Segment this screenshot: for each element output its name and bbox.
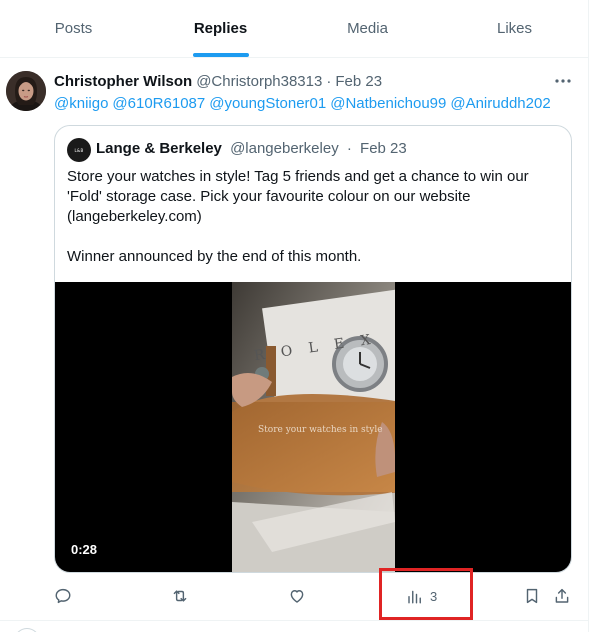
meta-separator: · [346,140,352,157]
like-icon [290,590,304,603]
profile-tabs: Posts Replies Media Likes [0,0,588,58]
column-divider [588,0,589,632]
tab-label: Likes [496,20,533,37]
mention-link[interactable]: @youngStoner01 [209,95,326,112]
tweet-header: Christopher Wilson @Christorph38313 · Fe… [54,72,382,90]
tab-posts[interactable]: Posts [0,0,147,57]
active-tab-indicator [192,53,249,57]
tab-label: Posts [54,20,93,37]
avatar[interactable] [6,71,46,111]
reply-icon [55,588,71,604]
like-button[interactable] [288,580,306,612]
tweet-actions: 3 [0,580,588,612]
quoted-tweet[interactable]: L&B Lange & Berkeley @langeberkeley · Fe… [54,125,572,573]
quoted-text: Store your watches in style! Tag 5 frien… [67,168,529,265]
mention-link[interactable]: @610R61087 [112,95,205,112]
share-button[interactable] [553,580,571,612]
tab-likes[interactable]: Likes [441,0,588,57]
quoted-author-handle: @langeberkeley [230,140,339,157]
tab-label: Replies [193,20,248,37]
reply-button[interactable] [54,580,72,612]
quoted-header: Lange & Berkeley @langeberkeley · Feb 23 [96,140,407,157]
next-tweet-avatar [14,628,40,632]
mention-link[interactable]: @kniigo [54,95,108,112]
highlight-box [379,568,473,620]
tab-replies[interactable]: Replies [147,0,294,57]
tweet-date[interactable]: Feb 23 [335,73,382,90]
meta-separator: · [326,72,332,90]
share-icon [555,588,569,603]
tab-label: Media [347,20,388,37]
bookmark-button[interactable] [523,580,541,612]
quoted-avatar: L&B [67,138,91,162]
tweet-divider [0,620,588,621]
tab-media[interactable]: Media [294,0,441,57]
more-button[interactable] [552,72,574,90]
author-handle[interactable]: @Christorph38313 [196,73,322,90]
video-player[interactable]: R O L E X Store your watches in style 0:… [55,282,571,572]
author-name[interactable]: Christopher Wilson [54,73,192,90]
mention-link[interactable]: @Natbenichou99 [330,95,446,112]
quoted-date: Feb 23 [360,140,407,157]
more-icon [555,79,571,83]
quoted-author-name: Lange & Berkeley [96,140,222,157]
repost-button[interactable] [171,580,189,612]
mention-link[interactable]: @Aniruddh202 [450,95,550,112]
video-frame: R O L E X Store your watches in style [232,282,395,572]
svg-text:Store your watches in style: Store your watches in style [258,425,383,435]
mentions-line: @kniigo @610R61087 @youngStoner01 @Natbenic… [54,95,555,112]
bookmark-icon [526,588,538,604]
repost-icon [173,590,187,602]
video-duration: 0:28 [71,542,98,557]
